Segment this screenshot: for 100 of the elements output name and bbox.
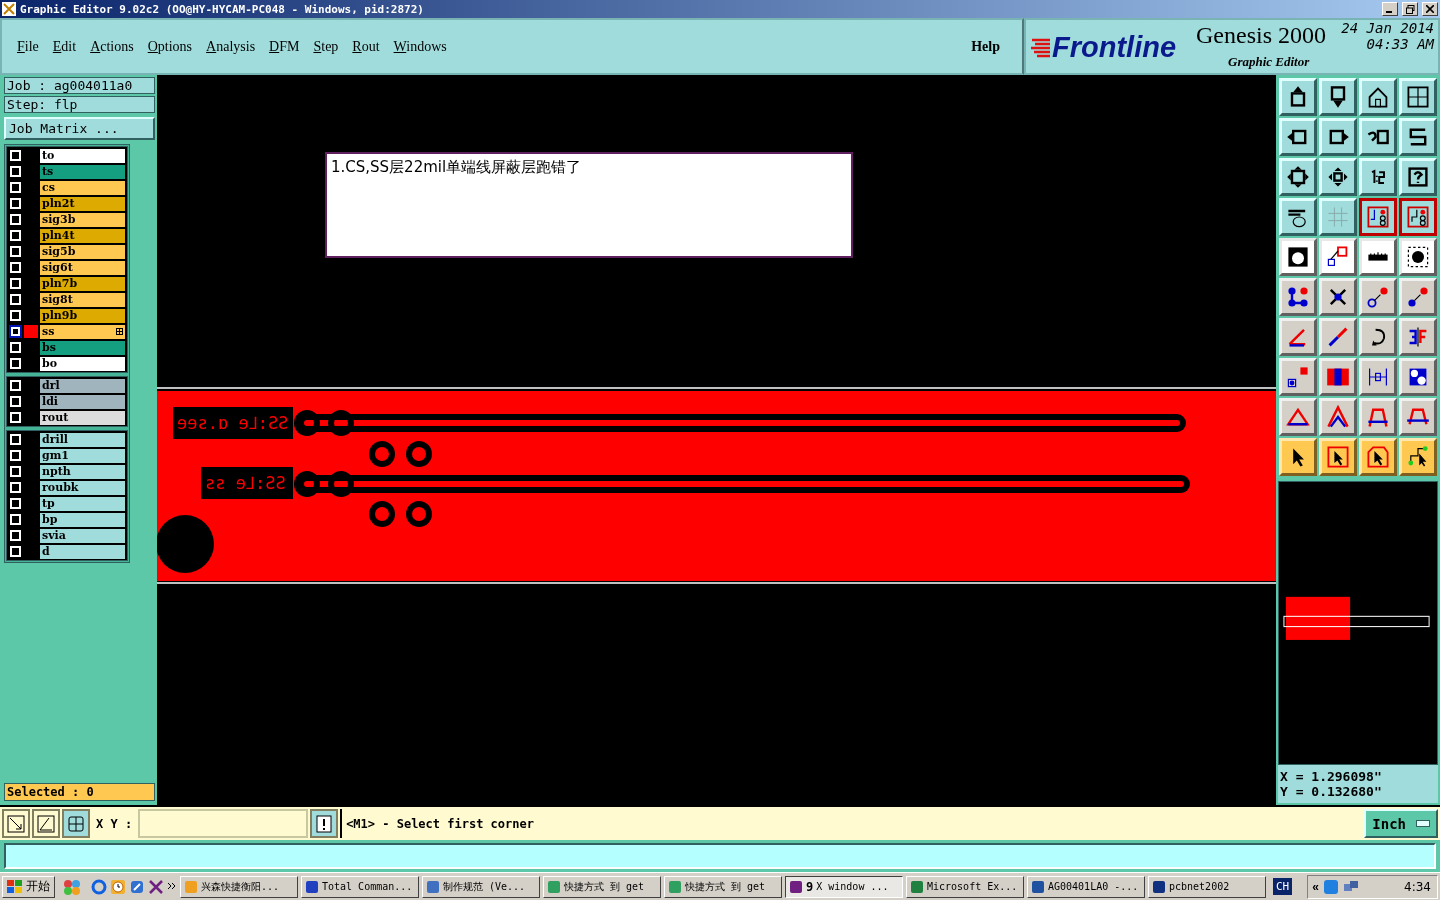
language-indicator[interactable]: CH <box>1273 878 1293 895</box>
layer-name[interactable]: ts <box>40 164 125 179</box>
ruler-tool[interactable] <box>1359 238 1397 276</box>
undo-tool[interactable] <box>1359 118 1397 156</box>
menu-item[interactable]: Analysis <box>199 38 263 55</box>
angle-tool[interactable] <box>1279 318 1317 356</box>
copy-tool[interactable] <box>1399 278 1437 316</box>
layer-name[interactable]: sig8t <box>40 292 125 307</box>
menu-item[interactable]: Edit <box>45 38 84 55</box>
layer-name[interactable]: sig6t <box>40 260 125 275</box>
taskbar-button[interactable]: AG00401LA0 -... <box>1027 875 1145 898</box>
angle-button[interactable] <box>32 809 60 838</box>
layer-name[interactable]: rout <box>40 410 125 425</box>
zoom-tool[interactable] <box>1319 158 1357 196</box>
taskbar-button[interactable]: 兴森快捷衡阳... <box>180 875 298 898</box>
help-tool[interactable] <box>1399 158 1437 196</box>
cursor-tool[interactable] <box>1359 438 1397 476</box>
tray-expand-button[interactable]: « <box>1312 879 1319 894</box>
move-tool[interactable] <box>1359 278 1397 316</box>
taskbar-button[interactable]: 快捷方式 到 get <box>543 875 661 898</box>
layer-name[interactable]: tp <box>40 496 125 511</box>
pan-right-tool[interactable] <box>1319 118 1357 156</box>
layer-name[interactable]: gm1 <box>40 448 125 463</box>
taskbar-button[interactable]: pcbnet2002 <box>1148 875 1266 898</box>
layer-name[interactable]: d <box>40 544 125 559</box>
display-swatch[interactable] <box>24 325 38 338</box>
triangle-tool[interactable] <box>1279 398 1317 436</box>
segment-tool[interactable] <box>1319 358 1357 396</box>
menu-item[interactable]: Windows <box>386 38 454 55</box>
taskbar-button[interactable]: Microsoft Ex... <box>906 875 1024 898</box>
layer-name[interactable]: pln7b <box>40 276 125 291</box>
layer-name[interactable]: pln9b <box>40 308 125 323</box>
layer-name[interactable]: bo <box>40 356 125 371</box>
peak-tool[interactable] <box>1319 398 1357 436</box>
layer-name[interactable]: sig3b <box>40 212 125 227</box>
menu-item[interactable]: Options <box>140 38 200 55</box>
job-matrix-button[interactable]: Job Matrix ... <box>4 117 155 140</box>
expand-icon[interactable] <box>116 328 123 335</box>
taskbar-button[interactable]: 制作规范 (Ve... <box>422 875 540 898</box>
layer-name[interactable]: sig5b <box>40 244 125 259</box>
menu-item[interactable]: Rout <box>345 38 387 55</box>
export-tool[interactable] <box>1279 78 1317 116</box>
layer-name[interactable]: svia <box>40 528 125 543</box>
menu-item[interactable]: DFM <box>262 38 307 55</box>
close-button[interactable] <box>1422 2 1438 16</box>
pad-tool[interactable] <box>1279 238 1317 276</box>
layer-name[interactable]: ss <box>40 324 125 339</box>
alert-button[interactable] <box>310 809 339 838</box>
layer-name[interactable]: pln4t <box>40 228 125 243</box>
taskbar-button[interactable]: Total Comman... <box>301 875 419 898</box>
tools-tool[interactable] <box>1279 198 1317 236</box>
grid-tool[interactable] <box>1319 198 1357 236</box>
layer-name[interactable]: roubk <box>40 480 125 495</box>
spacing-tool[interactable] <box>1359 358 1397 396</box>
taskbar-button[interactable]: 9 X window ... <box>785 875 903 898</box>
layer-name[interactable]: npth <box>40 464 125 479</box>
dot-tool[interactable] <box>1399 238 1437 276</box>
start-button[interactable]: 开始 <box>2 875 55 898</box>
window-tool[interactable] <box>1399 78 1437 116</box>
line-tool[interactable] <box>1319 318 1357 356</box>
layer-name[interactable]: ldi <box>40 394 125 409</box>
menu-item[interactable]: File <box>10 38 46 55</box>
layer-name[interactable]: pln2t <box>40 196 125 211</box>
document-edit-icon[interactable] <box>129 878 145 895</box>
layer-name[interactable]: drill <box>40 432 125 447</box>
grid-snap-button[interactable] <box>62 809 90 838</box>
arch-tool[interactable] <box>1359 398 1397 436</box>
layers-tool[interactable] <box>1359 198 1397 236</box>
cursor-tool[interactable] <box>1279 438 1317 476</box>
blobs-tool[interactable] <box>1399 358 1437 396</box>
clock-icon[interactable] <box>110 878 126 895</box>
layer-name[interactable]: bp <box>40 512 125 527</box>
layer-checkbox[interactable] <box>9 325 22 338</box>
layer-name[interactable]: cs <box>40 180 125 195</box>
route-tool[interactable] <box>1399 438 1437 476</box>
arch-tool[interactable] <box>1399 398 1437 436</box>
rotate-tool[interactable] <box>1359 318 1397 356</box>
pan-left-tool[interactable] <box>1279 118 1317 156</box>
minimize-button[interactable] <box>1382 2 1398 16</box>
home-tool[interactable] <box>1359 78 1397 116</box>
help-menu[interactable]: Help <box>965 37 1006 56</box>
fit-tool[interactable] <box>1279 158 1317 196</box>
menu-item[interactable]: Step <box>306 38 346 55</box>
units-button[interactable]: Inch <box>1364 809 1438 838</box>
layer-name[interactable]: drl <box>40 378 125 393</box>
cross-tool[interactable] <box>1319 278 1357 316</box>
nodes-tool[interactable] <box>1279 278 1317 316</box>
scale-tool[interactable] <box>1359 158 1397 196</box>
layer-name[interactable]: bs <box>40 340 125 355</box>
import-tool[interactable] <box>1319 78 1357 116</box>
snake-tool[interactable] <box>1399 118 1437 156</box>
restore-button[interactable] <box>1402 2 1418 16</box>
mirror-tool[interactable] <box>1399 318 1437 356</box>
menu-item[interactable]: Actions <box>83 38 141 55</box>
shapes-tool[interactable] <box>1319 238 1357 276</box>
x-icon[interactable] <box>148 878 164 895</box>
resize-tool[interactable] <box>1279 358 1317 396</box>
app-tray-icon[interactable] <box>1322 878 1339 895</box>
zoom-area-button[interactable] <box>2 809 30 838</box>
layer-name[interactable]: to <box>40 148 125 163</box>
